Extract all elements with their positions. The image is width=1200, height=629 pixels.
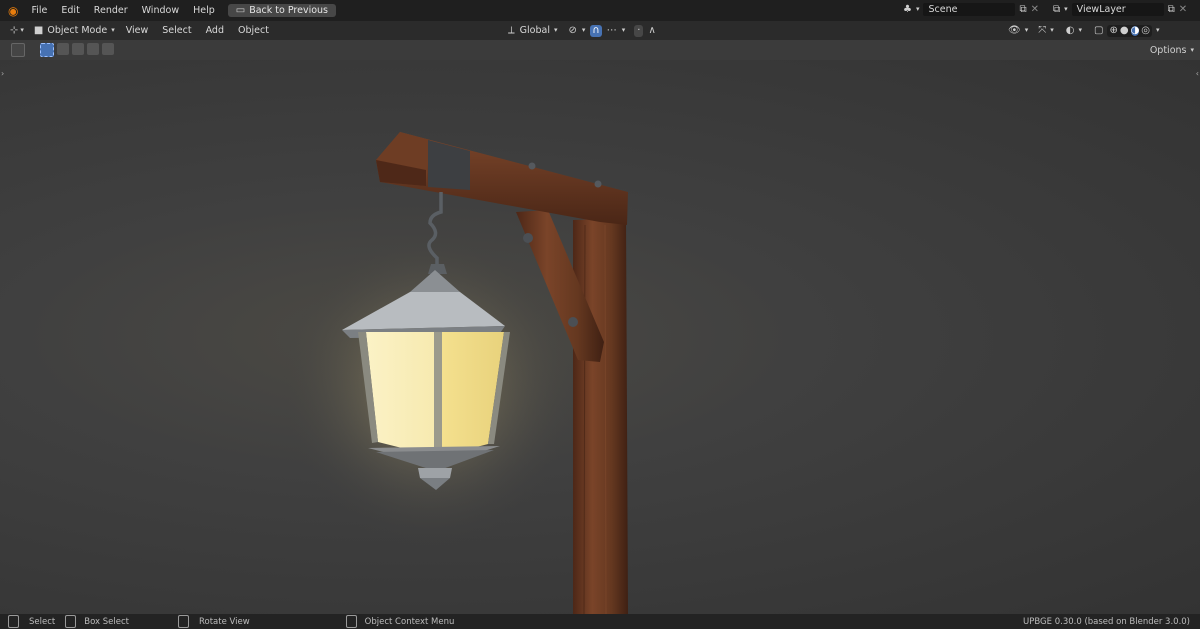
view-layer-name: ViewLayer xyxy=(1076,4,1126,15)
viewport-3d[interactable]: › ‹ xyxy=(0,60,1200,614)
menu-window[interactable]: Window xyxy=(135,5,186,16)
chevron-down-icon: ▾ xyxy=(581,26,586,34)
menu-view[interactable]: View xyxy=(119,25,156,36)
status-context-menu: Object Context Menu xyxy=(345,615,455,628)
status-rotate-view-label: Rotate View xyxy=(198,616,250,627)
proportional-editing-icon[interactable]: · xyxy=(634,24,644,37)
select-subtract-icon[interactable] xyxy=(72,43,84,55)
scene-render xyxy=(280,132,628,614)
back-to-previous-label: Back to Previous xyxy=(249,5,329,16)
version-label: UPBGE 0.30.0 (based on Blender 3.0.0) xyxy=(1023,616,1190,627)
status-box-select: Box Select xyxy=(65,615,129,628)
gizmo-icon[interactable]: ⤧ xyxy=(1038,25,1046,36)
editor-type-icon[interactable]: ⊹ xyxy=(10,25,18,36)
mouse-middle-icon xyxy=(177,615,189,628)
chevron-down-icon: ▾ xyxy=(1024,26,1029,34)
top-bar: ◉ File Edit Render Window Help ▭ Back to… xyxy=(0,0,1200,21)
mouse-left-icon xyxy=(8,615,19,628)
blender-logo-icon[interactable]: ◉ xyxy=(8,5,18,17)
mouse-drag-icon xyxy=(65,615,77,628)
chevron-down-icon: ▾ xyxy=(1064,5,1068,13)
options-dropdown[interactable]: Options ▾ xyxy=(1150,45,1194,56)
status-bar: Select Box Select Rotate View Object Con… xyxy=(0,614,1200,629)
metal-band xyxy=(428,140,470,190)
chevron-down-icon: ▾ xyxy=(553,26,558,34)
mode-label: Object Mode xyxy=(47,25,108,36)
menu-add[interactable]: Add xyxy=(199,25,231,36)
menu-file[interactable]: File xyxy=(24,5,54,16)
menu-object[interactable]: Object xyxy=(231,25,276,36)
status-rotate-view: Rotate View xyxy=(177,615,250,628)
chevron-down-icon: ▾ xyxy=(1190,45,1194,54)
close-view-layer-icon[interactable]: ✕ xyxy=(1179,4,1187,15)
select-tool-icon[interactable] xyxy=(11,43,25,57)
visibility-icon[interactable]: 👁 xyxy=(1008,25,1021,36)
chevron-down-icon: ▾ xyxy=(1078,26,1082,34)
view-layer-field[interactable]: ViewLayer xyxy=(1071,3,1164,16)
mode-dropdown[interactable]: ■ Object Mode ▾ xyxy=(34,25,115,36)
scene-icon: ♣ xyxy=(903,3,912,15)
lamp-post xyxy=(573,218,628,614)
scene-name: Scene xyxy=(928,4,958,15)
transform-tools: ⟂ Global ▾ ⊘ ▾ ∩ ⋯ ▾ · ∧ xyxy=(508,24,656,37)
status-box-select-label: Box Select xyxy=(84,616,129,627)
copy-scene-icon[interactable]: ⧉ xyxy=(1019,4,1026,15)
viewport-header: ⊹ ▾ ■ Object Mode ▾ View Select Add Obje… xyxy=(0,21,1200,40)
chevron-down-icon: ▾ xyxy=(111,26,115,34)
status-context-menu-label: Object Context Menu xyxy=(364,616,455,627)
wireframe-shading-icon[interactable]: ⊕ xyxy=(1109,25,1117,36)
view-layer-icon: ⧉ xyxy=(1053,3,1061,15)
menu-select[interactable]: Select xyxy=(155,25,198,36)
shading-tools: 👁 ▾ ⤧ ▾ ◐ ▾ ▢ ⊕ ● ◑ ◎ ▾ xyxy=(1008,24,1160,37)
scene-field[interactable]: Scene xyxy=(923,3,1016,16)
menu-render[interactable]: Render xyxy=(87,5,135,16)
options-label: Options xyxy=(1149,44,1187,56)
chevron-down-icon: ▾ xyxy=(1156,26,1160,34)
chevron-down-icon: ▾ xyxy=(20,26,24,34)
chevron-down-icon: ▾ xyxy=(915,5,920,13)
status-select-label: Select xyxy=(29,616,56,627)
shading-mode-group: ⊕ ● ◑ ◎ xyxy=(1107,24,1153,37)
xray-icon[interactable]: ▢ xyxy=(1094,25,1103,36)
material-preview-icon[interactable]: ◑ xyxy=(1130,25,1140,36)
object-mode-icon: ■ xyxy=(33,24,44,36)
copy-view-layer-icon[interactable]: ⧉ xyxy=(1168,4,1175,15)
selection-mode-group xyxy=(40,43,117,57)
transform-orientation-icon[interactable]: ⟂ xyxy=(508,25,515,36)
rendered-shading-icon[interactable]: ◎ xyxy=(1141,25,1150,36)
back-to-previous-button[interactable]: ▭ Back to Previous xyxy=(227,4,337,17)
solid-shading-icon[interactable]: ● xyxy=(1120,25,1129,36)
select-extend-icon[interactable] xyxy=(57,43,69,55)
overlays-icon[interactable]: ◐ xyxy=(1066,25,1075,36)
chevron-down-icon: ▾ xyxy=(621,26,626,34)
snap-icon[interactable]: ∩ xyxy=(590,24,602,37)
select-difference-icon[interactable] xyxy=(87,43,99,55)
view-layer-selector[interactable]: ⧉ ▾ ViewLayer ⧉ ✕ xyxy=(1053,3,1187,16)
screen-icon: ▭ xyxy=(235,4,246,16)
snap-target-icon[interactable]: ⋯ xyxy=(607,25,617,36)
scene-selector[interactable]: ♣ ▾ Scene ⧉ ✕ xyxy=(903,3,1039,16)
select-new-icon[interactable] xyxy=(40,43,54,57)
falloff-icon[interactable]: ∧ xyxy=(648,25,655,36)
menu-help[interactable]: Help xyxy=(186,5,222,16)
status-select: Select xyxy=(8,615,55,628)
pivot-point-icon[interactable]: ⊘ xyxy=(569,25,577,36)
chevron-down-icon: ▾ xyxy=(1050,26,1054,34)
select-intersect-icon[interactable] xyxy=(102,43,114,55)
mouse-right-icon xyxy=(345,615,357,628)
orientation-dropdown[interactable]: Global ▾ xyxy=(520,25,558,36)
close-scene-icon[interactable]: ✕ xyxy=(1031,4,1039,15)
menu-edit[interactable]: Edit xyxy=(54,5,86,16)
orientation-label: Global xyxy=(519,25,550,36)
tool-settings-bar: Options ▾ xyxy=(0,40,1200,60)
